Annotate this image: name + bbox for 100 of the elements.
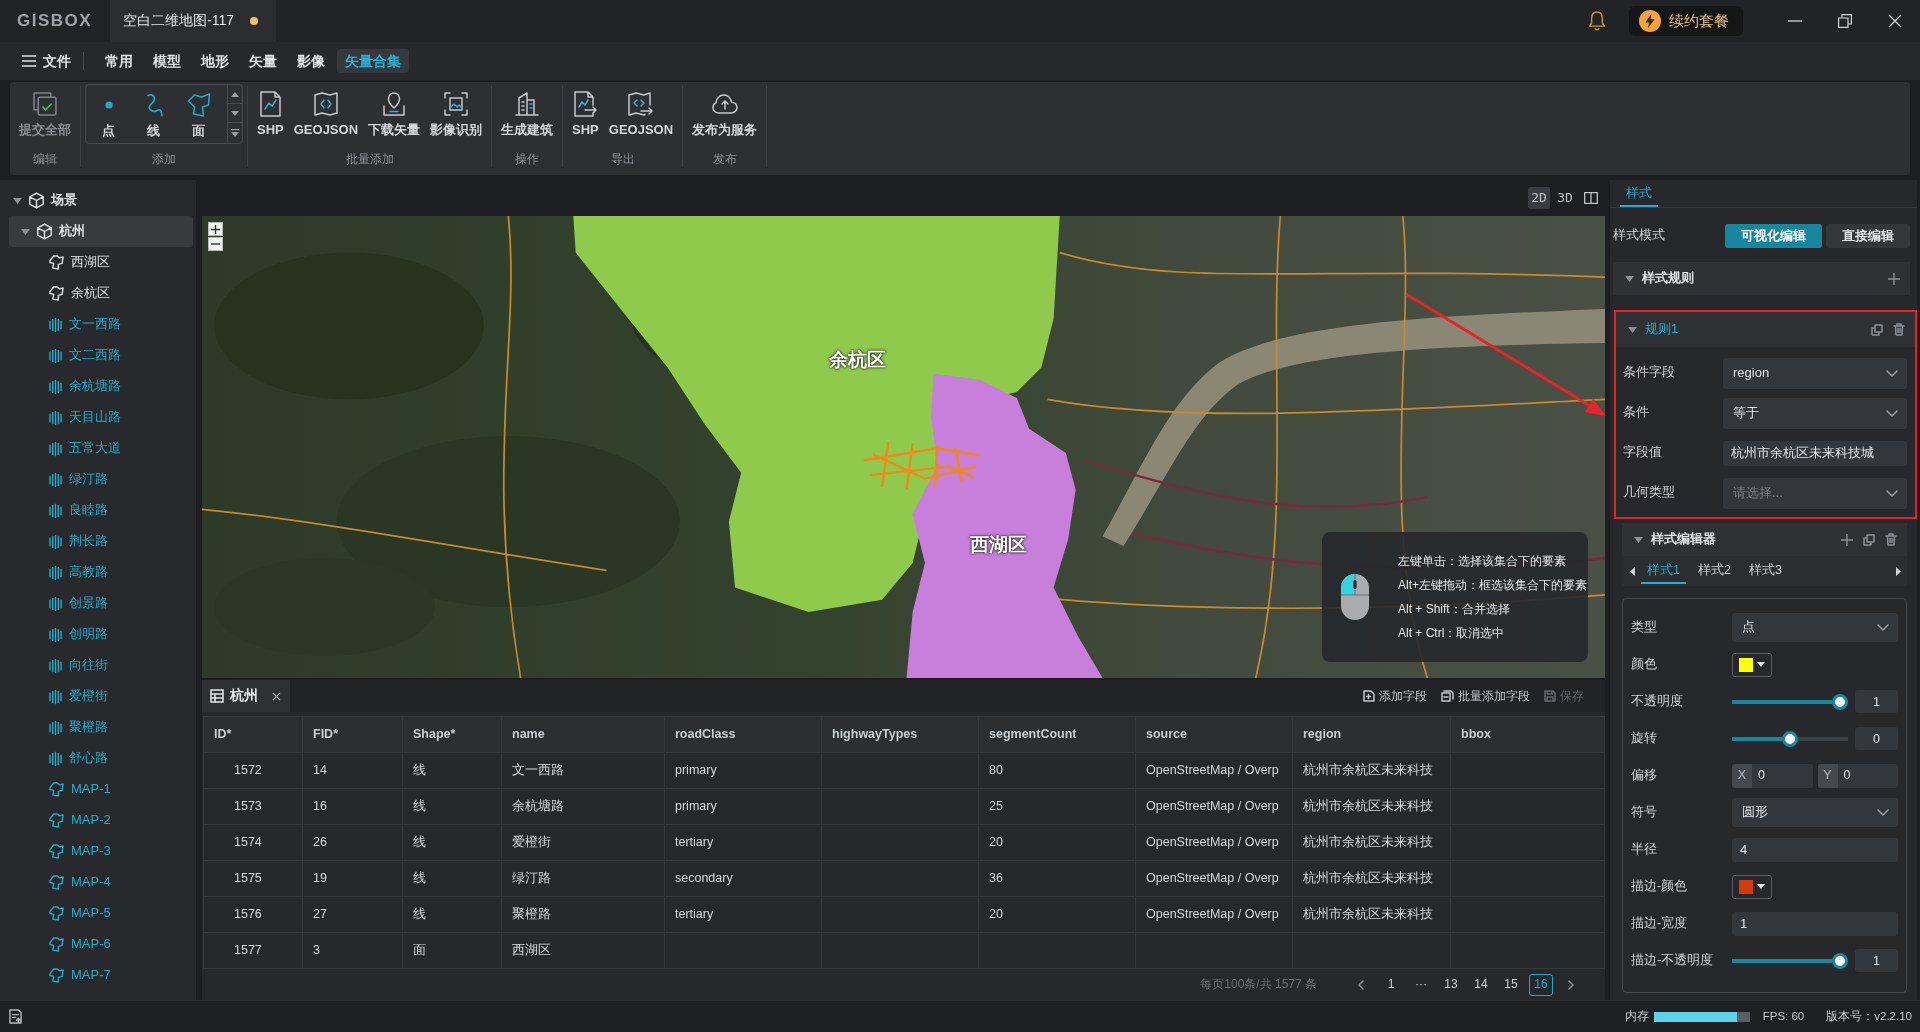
tree-item[interactable]: 荆长路 xyxy=(49,526,108,557)
slider-thumb[interactable] xyxy=(1832,952,1848,969)
page-button[interactable]: 14 xyxy=(1469,973,1493,996)
caret-down-icon[interactable] xyxy=(1634,536,1643,543)
tree-item[interactable]: MAP-1 xyxy=(49,774,111,805)
number-field[interactable]: 0 xyxy=(1855,727,1898,750)
caret-down-icon[interactable] xyxy=(13,197,22,204)
table-tab[interactable]: 杭州 xyxy=(202,680,290,712)
column-header[interactable]: bbox xyxy=(1450,716,1605,753)
dropdown[interactable]: 点 xyxy=(1732,613,1898,642)
number-field[interactable]: 1 xyxy=(1855,949,1898,972)
menu-tab[interactable]: 影像 xyxy=(289,48,333,74)
tree-item[interactable]: 杭州 xyxy=(9,216,193,247)
tree-item[interactable]: 舒心路 xyxy=(49,743,108,774)
tree-item[interactable]: 聚橙路 xyxy=(49,712,108,743)
polygon-button[interactable]: 面 xyxy=(176,85,221,139)
zoom-in-button[interactable] xyxy=(208,222,223,236)
view-mode-button[interactable]: 3D xyxy=(1554,187,1576,209)
shp-export-button[interactable]: SHP xyxy=(567,86,604,138)
column-header[interactable]: Shape* xyxy=(402,716,502,753)
menu-tab[interactable]: 地形 xyxy=(193,48,237,74)
tree-item[interactable]: 场景 xyxy=(13,185,77,216)
file-menu-button[interactable]: 文件 xyxy=(14,48,79,74)
column-header[interactable]: FID* xyxy=(302,716,403,753)
menu-tab[interactable]: 常用 xyxy=(97,48,141,74)
style-tab[interactable]: 样式2 xyxy=(1691,558,1737,584)
image-recognition-button[interactable]: 影像识别 xyxy=(425,86,488,138)
point-button[interactable]: 点 xyxy=(86,85,131,139)
document-arrow-icon[interactable] xyxy=(9,1009,22,1024)
page-button[interactable]: 13 xyxy=(1439,973,1463,996)
tree-item[interactable]: 天目山路 xyxy=(49,402,121,433)
copy-icon[interactable] xyxy=(1871,323,1883,336)
dropdown[interactable]: 等于 xyxy=(1723,397,1907,429)
view-mode-button[interactable]: 2D xyxy=(1528,187,1550,209)
offset-field[interactable]: Y 0 xyxy=(1817,763,1898,788)
caret-left-icon[interactable] xyxy=(1630,566,1635,576)
style-tab[interactable]: 样式1 xyxy=(1641,558,1686,584)
panel-tab[interactable]: 样式 xyxy=(1620,180,1658,207)
renew-button[interactable]: 续约套餐 xyxy=(1629,6,1743,36)
restore-icon[interactable] xyxy=(1838,14,1852,28)
column-header[interactable]: segmentCount xyxy=(978,716,1136,753)
section-header[interactable]: 样式编辑器 xyxy=(1622,523,1907,556)
mode-button[interactable]: 直接编辑 xyxy=(1826,224,1910,248)
geojson-export-button[interactable]: GEOJSON xyxy=(603,86,679,138)
text-field[interactable]: 1 xyxy=(1732,911,1898,936)
tree-item[interactable]: MAP-3 xyxy=(49,836,111,867)
caret-down-icon[interactable] xyxy=(1628,326,1637,333)
menu-tab[interactable]: 矢量合集 xyxy=(337,48,409,74)
offset-field[interactable]: X 0 xyxy=(1732,763,1813,788)
tree-item[interactable]: 余杭塘路 xyxy=(49,371,121,402)
tree-item[interactable]: 创景路 xyxy=(49,588,108,619)
chevron-left-icon[interactable] xyxy=(1358,979,1364,990)
tree-item[interactable]: MAP-5 xyxy=(49,898,111,929)
column-header[interactable]: region xyxy=(1292,716,1451,753)
close-icon[interactable] xyxy=(272,691,281,701)
tree-item[interactable]: 文二西路 xyxy=(49,340,121,371)
tree-item[interactable]: MAP-2 xyxy=(49,805,111,836)
tree-item[interactable]: 向往街 xyxy=(49,650,108,681)
batch-add-field-button[interactable]: 批量添加字段 xyxy=(1434,686,1537,706)
tree-item[interactable]: 爱橙街 xyxy=(49,681,108,712)
tree-item[interactable]: 绿汀路 xyxy=(49,464,108,495)
page-button[interactable]: 15 xyxy=(1499,973,1523,996)
district-polygon[interactable] xyxy=(573,216,1060,612)
text-field[interactable]: 杭州市余杭区未来科技城 xyxy=(1723,440,1907,466)
color-picker[interactable] xyxy=(1732,874,1772,899)
copy-icon[interactable] xyxy=(1863,533,1875,546)
column-header[interactable]: ID* xyxy=(203,716,303,753)
download-vector-button[interactable]: 下载矢量 xyxy=(363,86,426,138)
column-header[interactable]: name xyxy=(501,716,665,753)
slider-thumb[interactable] xyxy=(1782,730,1798,747)
trash-icon[interactable] xyxy=(1885,533,1897,546)
tree-item[interactable]: 良睦路 xyxy=(49,495,108,526)
color-picker[interactable] xyxy=(1732,652,1772,677)
district-polygon[interactable] xyxy=(906,373,1103,678)
plus-icon[interactable] xyxy=(1888,272,1900,285)
tree-item[interactable]: 创明路 xyxy=(49,619,108,650)
shp-import-button[interactable]: SHP xyxy=(252,86,289,138)
menu-tab[interactable]: 矢量 xyxy=(241,48,285,74)
trash-icon[interactable] xyxy=(1893,323,1905,336)
page-button[interactable]: ··· xyxy=(1409,973,1433,996)
number-field[interactable]: 1 xyxy=(1855,690,1898,713)
caret-right-icon[interactable] xyxy=(1896,566,1901,576)
section-header[interactable]: 样式规则 xyxy=(1613,262,1910,295)
tree-item[interactable]: MAP-6 xyxy=(49,929,111,960)
chevron-right-icon[interactable] xyxy=(1568,979,1574,990)
add-field-button[interactable]: 添加字段 xyxy=(1356,686,1434,706)
tree-item[interactable]: 余杭区 xyxy=(49,278,110,309)
zoom-out-button[interactable] xyxy=(208,237,223,251)
tree-item[interactable]: 五常大道 xyxy=(49,433,121,464)
style-tab[interactable]: 样式3 xyxy=(1742,558,1788,584)
dropdown[interactable]: 圆形 xyxy=(1732,798,1898,827)
text-field[interactable]: 4 xyxy=(1732,837,1898,862)
document-tab[interactable]: 空白二维地图-117 xyxy=(110,0,277,42)
column-header[interactable]: roadClass xyxy=(664,716,822,753)
publish-service-button[interactable]: 发布为服务 xyxy=(687,86,763,138)
tree-item[interactable]: 西湖区 xyxy=(49,247,110,278)
tree-item[interactable]: MAP-7 xyxy=(49,960,111,991)
slider-thumb[interactable] xyxy=(1832,693,1848,710)
caret-down-icon[interactable] xyxy=(21,228,30,235)
page-button[interactable]: 16 xyxy=(1529,973,1553,996)
